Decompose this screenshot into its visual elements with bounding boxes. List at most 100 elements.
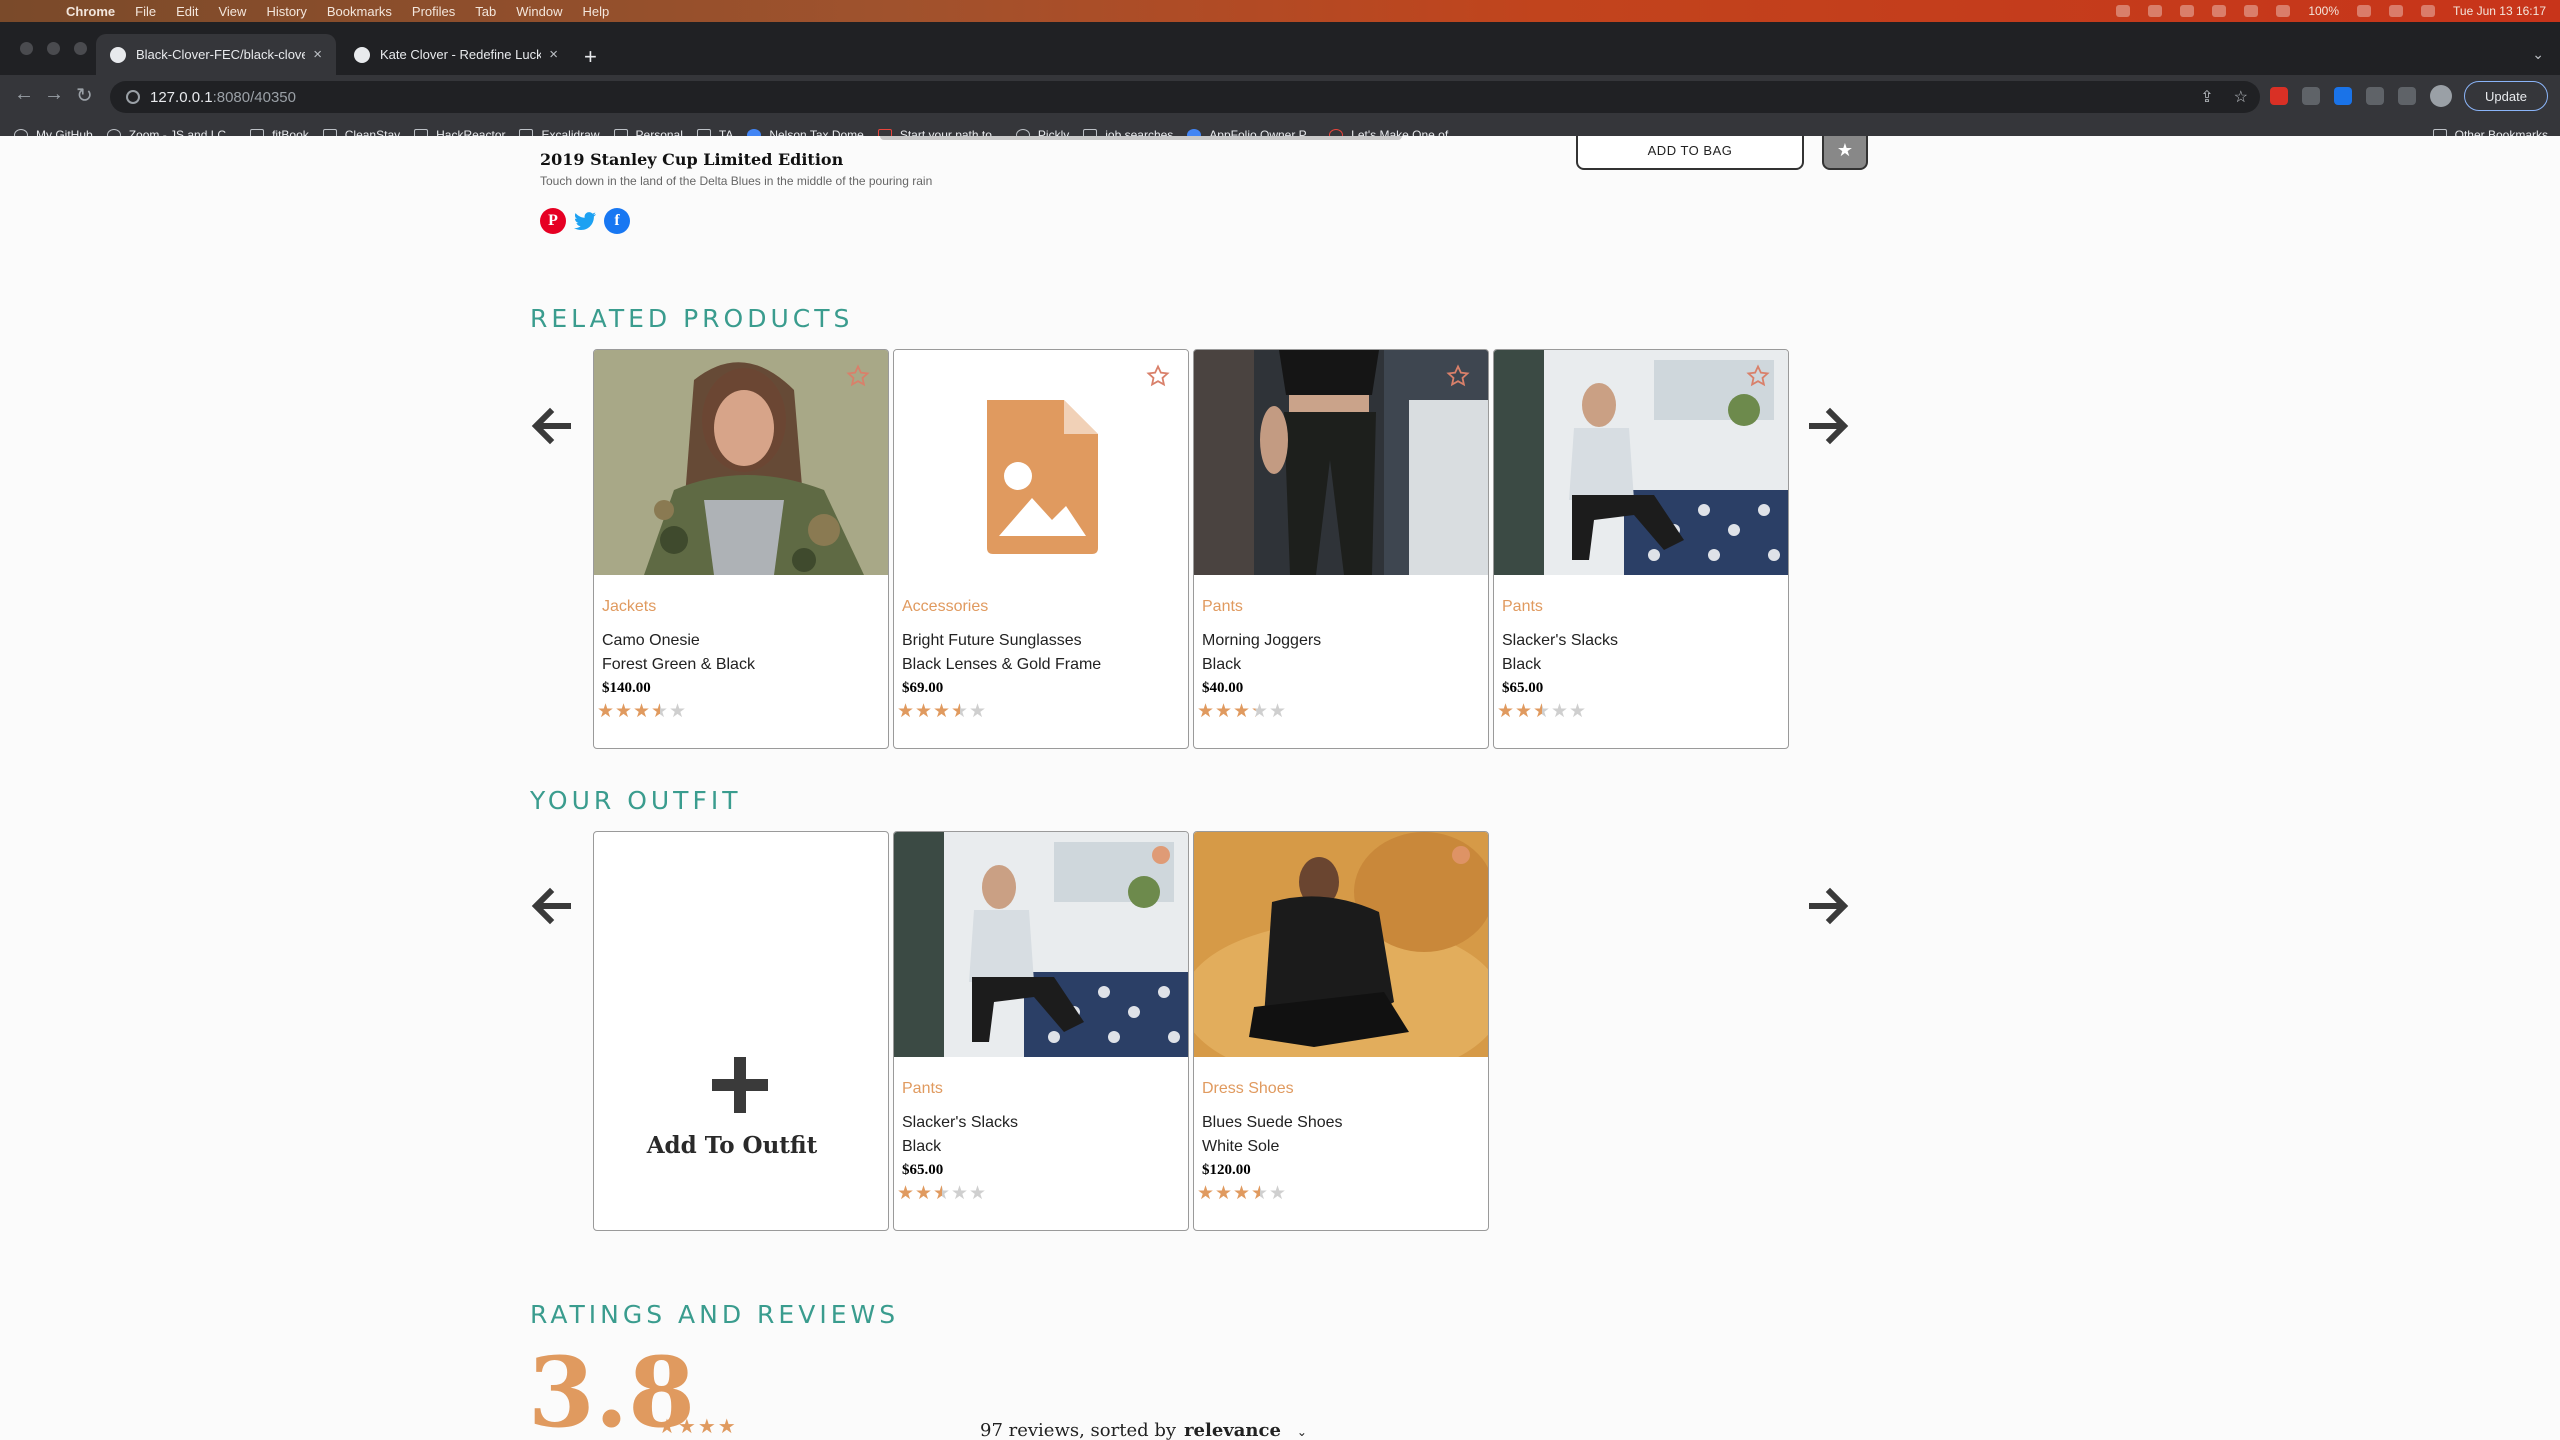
product-photo-joggers <box>1194 350 1488 575</box>
star-full-icon: ★ <box>1215 701 1233 722</box>
product-style: White Sole <box>1202 1138 1280 1155</box>
related-product-card[interactable]: Pants Slacker's Slacks Black $65.00 ★ ★ ★ ★… <box>1493 349 1789 749</box>
add-to-bag-button[interactable]: ADD TO BAG <box>1576 136 1804 170</box>
star-outline-icon[interactable] <box>1146 364 1170 388</box>
extension-icon[interactable] <box>2270 87 2288 105</box>
back-icon[interactable]: ← <box>14 83 34 106</box>
tab-search-chevron-icon[interactable]: ⌄ <box>2532 46 2544 63</box>
extension-icon[interactable] <box>2302 87 2320 105</box>
status-icon[interactable] <box>2244 5 2259 17</box>
status-icon[interactable] <box>2116 5 2131 17</box>
related-product-card[interactable]: Pants Morning Joggers Black $40.00 ★ ★ ★ ★ ★ <box>1193 349 1489 749</box>
chevron-down-icon[interactable]: ⌄ <box>1297 1425 1307 1439</box>
star-empty-icon: ★ <box>969 1183 987 1204</box>
bookmark-star-icon[interactable]: ☆ <box>2234 87 2248 107</box>
zoom-window-button[interactable] <box>74 42 87 55</box>
product-style: Black <box>902 1138 942 1155</box>
menu-help[interactable]: Help <box>583 4 610 19</box>
star-partial-icon: ★ <box>933 1183 951 1204</box>
favorite-star-button[interactable]: ★ <box>1822 136 1868 170</box>
sidepanel-icon[interactable] <box>2398 87 2416 105</box>
menu-history[interactable]: History <box>266 4 306 19</box>
reload-icon[interactable]: ↻ <box>76 83 93 108</box>
profile-avatar[interactable] <box>2430 85 2452 107</box>
arrow-left-icon[interactable] <box>528 882 576 930</box>
product-photo-suede-shoes <box>1194 832 1488 1057</box>
tab-kate-clover[interactable]: Kate Clover - Redefine Luck × <box>340 34 572 75</box>
search-icon[interactable] <box>2421 5 2436 17</box>
star-outline-icon[interactable] <box>1746 364 1770 388</box>
star-outline-icon[interactable] <box>1446 364 1470 388</box>
status-icon[interactable] <box>2212 5 2227 17</box>
product-name: Slacker's Slacks <box>1502 632 1618 649</box>
update-button[interactable]: Update <box>2464 81 2548 111</box>
site-info-icon[interactable] <box>126 90 140 104</box>
menu-view[interactable]: View <box>218 4 246 19</box>
macos-menubar: Chrome File Edit View History Bookmarks … <box>0 0 2560 22</box>
star-partial-icon: ★ <box>1251 701 1269 722</box>
status-icon[interactable] <box>2148 5 2163 17</box>
share-icon[interactable]: ⇪ <box>2200 87 2213 107</box>
menu-window[interactable]: Window <box>516 4 562 19</box>
star-full-icon: ★ <box>615 701 633 722</box>
reviews-count: 97 reviews, sorted by <box>980 1420 1177 1440</box>
related-products-heading: RELATED PRODUCTS <box>530 304 854 333</box>
star-empty-icon: ★ <box>1551 701 1569 722</box>
sort-select[interactable]: relevance <box>1184 1420 1281 1440</box>
extension-icon[interactable] <box>2334 87 2352 105</box>
puzzle-icon[interactable] <box>2366 87 2384 105</box>
star-rating: ★ ★ ★ ★ ★ <box>1197 702 1287 721</box>
product-category: Dress Shoes <box>1202 1080 1294 1097</box>
star-full-icon: ★ <box>633 701 651 722</box>
menu-profiles[interactable]: Profiles <box>412 4 455 19</box>
social-share: P f <box>540 208 630 234</box>
new-tab-button[interactable]: + <box>584 44 597 70</box>
arrow-right-icon[interactable] <box>1804 402 1852 450</box>
star-rating: ★ ★ ★ ★ ★ <box>897 702 987 721</box>
control-center-icon[interactable] <box>2389 5 2404 17</box>
outfit-product-card[interactable]: Dress Shoes Blues Suede Shoes White Sole… <box>1193 831 1489 1231</box>
facebook-icon[interactable]: f <box>604 208 630 234</box>
wifi-icon[interactable] <box>2357 5 2372 17</box>
remove-from-outfit-icon[interactable] <box>1452 846 1470 864</box>
twitter-icon[interactable] <box>572 208 598 234</box>
related-product-card[interactable]: Accessories Bright Future Sunglasses Bla… <box>893 349 1189 749</box>
arrow-left-icon[interactable] <box>528 402 576 450</box>
star-full-icon: ★ <box>933 701 951 722</box>
product-image-edge <box>880 136 1402 140</box>
add-to-outfit-card[interactable]: Add To Outfit <box>593 831 889 1231</box>
star-empty-icon: ★ <box>669 701 687 722</box>
web-page: 2019 Stanley Cup Limited Edition Touch d… <box>0 136 2560 1440</box>
status-icon[interactable] <box>2276 5 2291 17</box>
product-price: $65.00 <box>1502 680 1544 696</box>
clock[interactable]: Tue Jun 13 16:17 <box>2453 4 2546 18</box>
pinterest-icon[interactable]: P <box>540 208 566 234</box>
close-window-button[interactable] <box>20 42 33 55</box>
menu-edit[interactable]: Edit <box>176 4 198 19</box>
menu-tab[interactable]: Tab <box>475 4 496 19</box>
status-icon[interactable] <box>2180 5 2195 17</box>
tab-github[interactable]: Black-Clover-FEC/black-clover × <box>96 34 336 75</box>
reviews-sort-line: 97 reviews, sorted by relevance ⌄ <box>980 1420 1307 1440</box>
github-icon <box>110 46 126 63</box>
outfit-product-card[interactable]: Pants Slacker's Slacks Black $65.00 ★ ★ ★ ★… <box>893 831 1189 1231</box>
star-outline-icon[interactable] <box>846 364 870 388</box>
star-rating: ★ ★ ★ ★ ★ <box>597 702 687 721</box>
address-bar[interactable]: 127.0.0.1:8080/40350 ⇪ ☆ <box>110 81 2260 113</box>
menu-app-name[interactable]: Chrome <box>66 4 115 19</box>
minimize-window-button[interactable] <box>47 42 60 55</box>
star-full-icon: ★ <box>1515 701 1533 722</box>
star-partial-icon: ★ <box>651 701 669 722</box>
remove-from-outfit-icon[interactable] <box>1152 846 1170 864</box>
menu-file[interactable]: File <box>135 4 156 19</box>
related-product-card[interactable]: Jackets Camo Onesie Forest Green & Black… <box>593 349 889 749</box>
star-empty-icon: ★ <box>1269 701 1287 722</box>
arrow-right-icon[interactable] <box>1804 882 1852 930</box>
close-tab-icon[interactable]: × <box>549 46 558 63</box>
product-price: $40.00 <box>1202 680 1244 696</box>
close-tab-icon[interactable]: × <box>313 46 322 63</box>
forward-icon[interactable]: → <box>44 83 64 106</box>
star-rating: ★ ★ ★ ★ ★ <box>897 1184 987 1203</box>
battery-percent[interactable]: 100% <box>2308 4 2339 18</box>
menu-bookmarks[interactable]: Bookmarks <box>327 4 392 19</box>
